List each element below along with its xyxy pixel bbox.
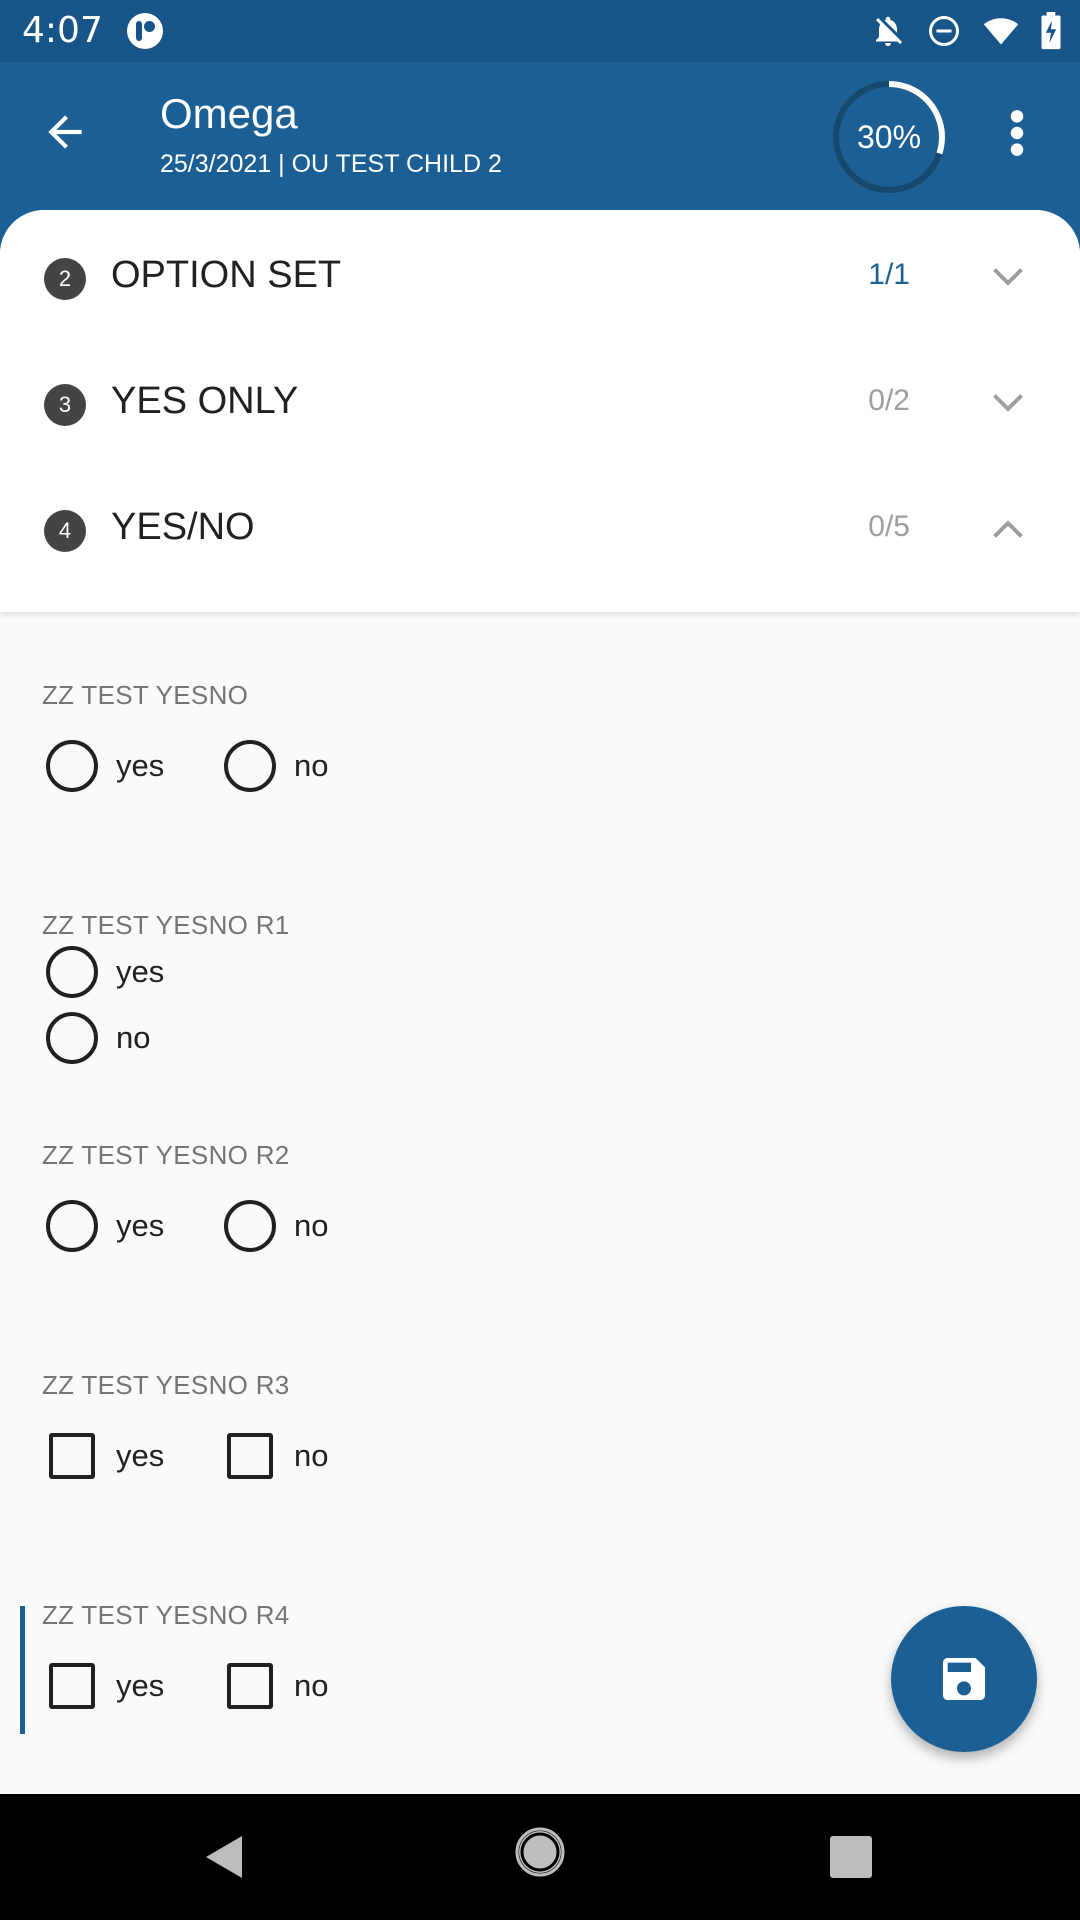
checkbox-option-no[interactable]: no (224, 1430, 328, 1482)
section-option-set[interactable]: 2 OPTION SET 1/1 (0, 214, 1080, 340)
status-bar: 4:07 (0, 0, 1080, 62)
radio-option-yes[interactable]: yes (46, 946, 164, 998)
radio-option-no[interactable]: no (224, 740, 328, 792)
more-options-icon[interactable] (1000, 108, 1034, 158)
wifi-icon (983, 18, 1019, 45)
section-number-badge: 4 (44, 510, 86, 552)
section-title: OPTION SET (111, 254, 342, 296)
field-label: ZZ TEST YESNO R1 (42, 910, 290, 940)
radio-button[interactable] (46, 946, 98, 998)
section-number-badge: 2 (44, 258, 86, 300)
radio-button[interactable] (46, 740, 98, 792)
option-label: no (294, 1438, 329, 1473)
page-title: Omega (160, 90, 298, 137)
checkbox[interactable] (227, 1663, 273, 1709)
option-label: no (294, 1668, 329, 1703)
nav-home-icon[interactable] (515, 1827, 565, 1877)
section-yes-only[interactable]: 3 YES ONLY 0/2 (0, 340, 1080, 466)
option-label: no (116, 1020, 151, 1055)
app-bar: Omega 25/3/2021 | OU TEST CHILD 2 30% (0, 62, 1080, 212)
checkbox[interactable] (49, 1433, 95, 1479)
field-focus-indicator (20, 1606, 25, 1734)
system-nav-bar (0, 1794, 1080, 1920)
radio-option-no[interactable]: no (224, 1200, 328, 1252)
section-count: 0/5 (868, 510, 910, 543)
option-label: no (294, 1208, 329, 1243)
section-list: 2 OPTION SET 1/1 3 YES ONLY 0/2 4 YES/NO… (0, 210, 1080, 612)
checkbox-option-yes[interactable]: yes (46, 1430, 164, 1482)
checkbox[interactable] (49, 1663, 95, 1709)
save-button[interactable] (891, 1606, 1037, 1752)
back-arrow-icon[interactable] (40, 107, 90, 157)
battery-charging-icon (1041, 12, 1061, 50)
checkbox-option-yes[interactable]: yes (46, 1660, 164, 1712)
status-icons (870, 12, 1062, 50)
field-label: ZZ TEST YESNO R3 (42, 1370, 290, 1400)
notifications-off-icon (876, 16, 903, 46)
checkbox[interactable] (227, 1433, 273, 1479)
option-label: yes (116, 954, 165, 989)
do-not-disturb-icon (929, 16, 959, 46)
app-notification-icon (127, 13, 163, 49)
section-yes-no[interactable]: 4 YES/NO 0/5 (0, 466, 1080, 592)
option-label: yes (116, 1208, 165, 1243)
section-number-badge: 3 (44, 384, 86, 426)
chevron-down-icon (993, 394, 1023, 412)
completion-percent: 30% (856, 118, 922, 155)
section-title: YES/NO (111, 506, 255, 548)
radio-button[interactable] (46, 1200, 98, 1252)
radio-option-no[interactable]: no (46, 1012, 150, 1064)
field-label: ZZ TEST YESNO R4 (42, 1600, 290, 1630)
chevron-up-icon (993, 520, 1023, 538)
radio-option-yes[interactable]: yes (46, 1200, 164, 1252)
radio-button[interactable] (224, 740, 276, 792)
page-subtitle: 25/3/2021 | OU TEST CHILD 2 (160, 150, 502, 178)
nav-back-icon[interactable] (202, 1832, 246, 1882)
chevron-down-icon (993, 268, 1023, 286)
section-title: YES ONLY (111, 380, 299, 422)
section-count: 0/2 (868, 384, 910, 417)
option-label: yes (116, 1668, 165, 1703)
radio-button[interactable] (46, 1012, 98, 1064)
nav-recents-icon[interactable] (830, 1836, 872, 1878)
option-label: yes (116, 1438, 165, 1473)
save-icon (943, 1658, 985, 1700)
field-label: ZZ TEST YESNO (42, 680, 249, 710)
form-sheet: 2 OPTION SET 1/1 3 YES ONLY 0/2 4 YES/NO… (0, 210, 1080, 1794)
section-count: 1/1 (868, 258, 910, 291)
option-label: no (294, 748, 329, 783)
radio-button[interactable] (224, 1200, 276, 1252)
checkbox-option-no[interactable]: no (224, 1660, 328, 1712)
field-label: ZZ TEST YESNO R2 (42, 1140, 290, 1170)
option-label: yes (116, 748, 165, 783)
radio-option-yes[interactable]: yes (46, 740, 164, 792)
status-time: 4:07 (22, 10, 103, 51)
